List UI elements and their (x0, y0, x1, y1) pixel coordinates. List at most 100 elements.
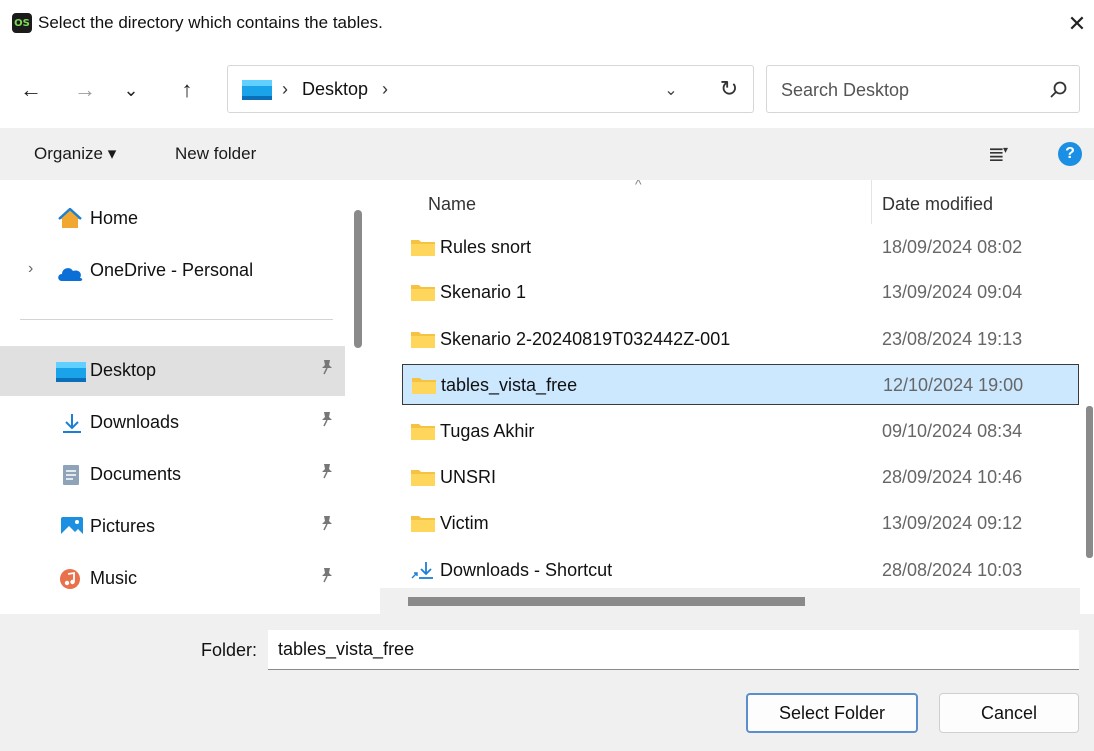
arrow-right-icon: → (74, 77, 96, 102)
folder-icon (412, 378, 436, 394)
folder-icon (411, 240, 435, 256)
file-date: 18/09/2024 08:02 (882, 237, 1023, 257)
file-name: Tugas Akhir (440, 421, 535, 441)
organize-menu-button[interactable]: Organize ▾ (34, 144, 116, 164)
search-input[interactable]: Search Desktop (766, 65, 1080, 113)
cloud-icon (58, 268, 83, 281)
command-bar: Organize ▾ New folder ≣ ▾ ? (0, 128, 1094, 180)
sidebar-item-desktop[interactable]: Desktop (0, 346, 345, 396)
file-name: Victim (440, 513, 489, 533)
close-button[interactable]: ✕ (1062, 8, 1092, 40)
search-placeholder: Search Desktop (781, 80, 910, 100)
file-row[interactable]: Victim 13/09/2024 09:12 (402, 503, 1079, 544)
file-list: ^ Name Date modified Rules snort 18/09/2… (380, 180, 1094, 614)
file-name: Skenario 2-20240819T032442Z-001 (440, 329, 731, 349)
refresh-button[interactable]: ↻ (714, 74, 744, 104)
folder-icon (411, 424, 435, 440)
breadcrumb-desktop[interactable]: Desktop (302, 79, 368, 100)
sort-ascending-icon: ^ (635, 180, 642, 192)
pin-icon (320, 463, 334, 484)
file-name: UNSRI (440, 467, 497, 487)
sidebar-item-downloads[interactable]: Downloads (0, 398, 345, 448)
back-button[interactable]: ← (16, 75, 46, 105)
folder-name-input[interactable] (268, 630, 1079, 670)
sidebar-item-label: OneDrive - Personal (90, 260, 254, 280)
file-row[interactable]: UNSRI 28/09/2024 10:46 (402, 457, 1079, 498)
sidebar-scrollbar[interactable] (354, 210, 362, 348)
download-icon (63, 414, 81, 433)
pictures-icon (61, 517, 83, 537)
recent-locations-button[interactable]: ⌄ (116, 75, 146, 105)
file-date: 12/10/2024 19:00 (883, 375, 1024, 395)
address-history-button[interactable]: ⌄ (656, 76, 686, 104)
sidebar-item-home[interactable]: Home (0, 194, 345, 244)
file-date: 09/10/2024 08:34 (882, 421, 1023, 441)
title-bar: OS Select the directory which contains t… (0, 0, 1094, 50)
file-name: tables_vista_free (441, 375, 578, 395)
sidebar-item-pictures[interactable]: Pictures (0, 502, 345, 552)
file-name: Skenario 1 (440, 282, 527, 302)
pin-icon (320, 359, 334, 380)
select-folder-button[interactable]: Select Folder (746, 693, 918, 733)
column-divider[interactable] (871, 180, 872, 224)
navigation-bar: ← → ⌄ ↑ › Desktop › ⌄ ↻ Search Desktop (0, 50, 1094, 128)
cancel-button[interactable]: Cancel (939, 693, 1079, 733)
sidebar-item-label: Home (90, 208, 139, 228)
pin-icon (320, 515, 334, 536)
address-bar[interactable]: › Desktop › ⌄ ↻ (227, 65, 754, 113)
chevron-down-icon: ⌄ (664, 82, 678, 99)
file-date: 13/09/2024 09:12 (882, 513, 1023, 533)
new-folder-button[interactable]: New folder (175, 144, 256, 164)
sidebar-item-documents[interactable]: Documents (0, 450, 345, 500)
close-icon: ✕ (1067, 11, 1087, 36)
folder-icon (411, 332, 435, 348)
sidebar-item-label: Music (90, 568, 138, 588)
vertical-scrollbar-thumb[interactable] (1086, 406, 1093, 558)
pin-icon (320, 567, 334, 588)
arrow-left-icon: ← (20, 77, 42, 102)
folder-field-label: Folder: (201, 640, 258, 660)
search-icon (1050, 81, 1067, 98)
column-header-date[interactable]: Date modified (882, 194, 993, 215)
file-date: 13/09/2024 09:04 (882, 282, 1023, 302)
breadcrumb-separator: › (282, 79, 288, 99)
breadcrumb-separator[interactable]: › (382, 79, 388, 100)
folder-icon (411, 516, 435, 532)
navigation-pane: Home › OneDrive - Personal Desktop Downl… (0, 180, 368, 614)
file-row[interactable]: Downloads - Shortcut 28/08/2024 10:03 (402, 550, 1079, 591)
file-name: Downloads - Shortcut (440, 560, 613, 580)
forward-button[interactable]: → (70, 75, 100, 105)
expand-chevron-icon[interactable]: › (28, 260, 33, 278)
sidebar-item-label: Documents (90, 464, 182, 484)
file-row[interactable]: Rules snort 18/09/2024 08:02 (402, 227, 1079, 268)
folder-icon (411, 285, 435, 301)
file-row[interactable]: Skenario 1 13/09/2024 09:04 (402, 272, 1079, 313)
sidebar-item-label: Pictures (90, 516, 156, 536)
file-row[interactable]: Tugas Akhir 09/10/2024 08:34 (402, 411, 1079, 452)
up-button[interactable]: ↑ (172, 75, 202, 105)
sidebar-item-label: Downloads (90, 412, 180, 432)
file-name: Rules snort (440, 237, 532, 257)
view-caret-icon[interactable]: ▾ (1003, 145, 1008, 156)
sidebar-item-label: Desktop (90, 360, 157, 380)
horizontal-scrollbar-thumb[interactable] (408, 597, 805, 606)
file-date: 28/09/2024 10:46 (882, 467, 1023, 487)
file-date: 23/08/2024 19:13 (882, 329, 1023, 349)
arrow-up-icon: ↑ (181, 77, 193, 102)
file-row-selected[interactable]: tables_vista_free 12/10/2024 19:00 (402, 364, 1079, 405)
file-date: 28/08/2024 10:03 (882, 560, 1023, 580)
sidebar-item-music[interactable]: Music (0, 554, 345, 604)
chevron-down-icon: ⌄ (123, 79, 139, 100)
dialog-footer: Folder: Select Folder Cancel (0, 614, 1094, 751)
document-icon (63, 465, 79, 485)
column-header-name[interactable]: Name (428, 194, 476, 215)
music-icon (60, 569, 80, 589)
folder-icon (411, 470, 435, 486)
sidebar-divider (20, 319, 333, 320)
file-row[interactable]: Skenario 2-20240819T032442Z-001 23/08/20… (402, 319, 1079, 360)
sidebar-item-onedrive[interactable]: › OneDrive - Personal (0, 246, 345, 296)
refresh-icon: ↻ (719, 76, 739, 101)
home-icon (58, 208, 82, 228)
help-icon[interactable]: ? (1058, 142, 1082, 166)
app-icon: OS (12, 13, 32, 33)
